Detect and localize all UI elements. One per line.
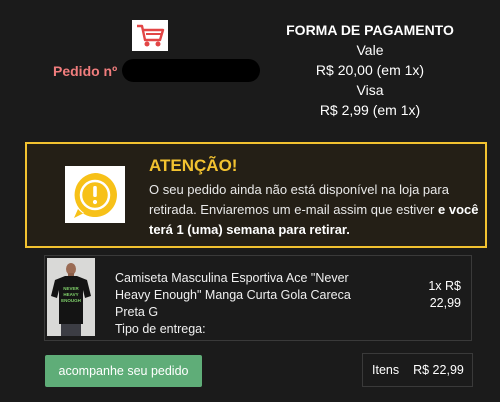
shirt-print-line: HEAVY [63, 292, 78, 297]
pickup-alert: ATENÇÃO! O seu pedido ainda não está dis… [25, 142, 487, 248]
payment-method-name: Vale [356, 42, 384, 58]
order-number-label: Pedido nº [53, 63, 118, 79]
shirt-print-line: ENOUGH [61, 298, 81, 303]
payment-title: FORMA DE PAGAMENTO [286, 22, 454, 38]
alert-message: O seu pedido ainda não está disponível n… [149, 180, 479, 240]
product-quantity-price: 1x R$ 22,99 [428, 279, 461, 310]
totals-label: Itens [372, 363, 400, 377]
exclamation-icon [65, 166, 125, 223]
order-number-redacted [122, 59, 260, 82]
product-image[interactable]: NEVER HEAVY ENOUGH [47, 258, 95, 336]
payment-method-name: Visa [356, 82, 384, 98]
payment-info: FORMA DE PAGAMENTO Vale R$ 20,00 (em 1x)… [270, 20, 470, 120]
product-title[interactable]: Camiseta Masculina Esportiva Ace "Never … [115, 270, 377, 321]
totals-value: R$ 22,99 [413, 363, 464, 377]
payment-method-amount: R$ 2,99 (em 1x) [319, 102, 421, 118]
cart-icon [132, 20, 168, 51]
track-order-button[interactable]: acompanhe seu pedido [45, 355, 202, 387]
product-details: Camiseta Masculina Esportiva Ace "Never … [115, 270, 377, 338]
order-item: NEVER HEAVY ENOUGH Camiseta Masculina Es… [44, 255, 472, 341]
alert-message-text: O seu pedido ainda não está disponível n… [149, 182, 449, 217]
delivery-type-label: Tipo de entrega: [115, 322, 206, 336]
payment-method-amount: R$ 20,00 (em 1x) [315, 62, 425, 78]
order-totals: Itens R$ 22,99 [362, 353, 473, 387]
alert-title: ATENÇÃO! [149, 156, 238, 175]
shirt-print-line: NEVER [63, 286, 79, 291]
